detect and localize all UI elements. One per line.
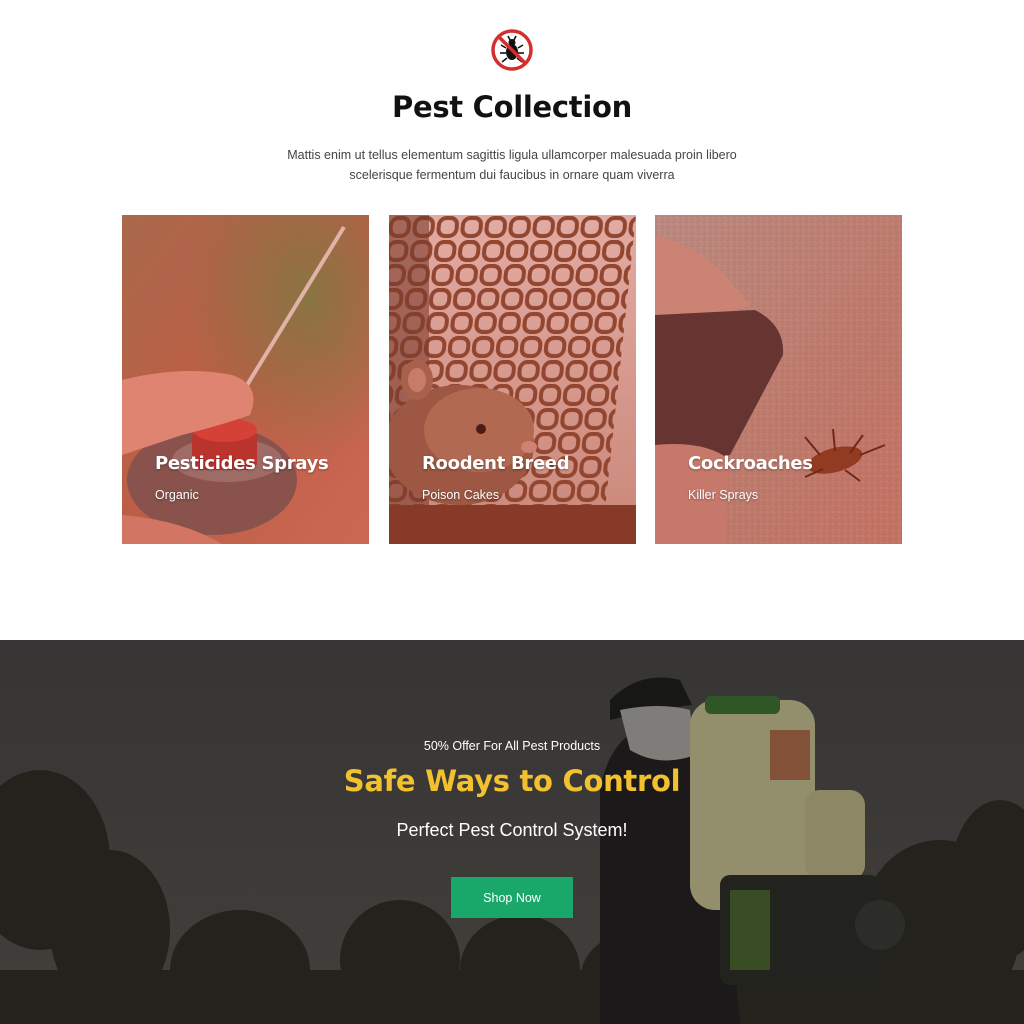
promo-tagline: Perfect Pest Control System!: [396, 820, 628, 840]
product-card-roodent-breed[interactable]: Roodent Breed Poison Cakes: [389, 215, 636, 544]
product-card-pesticides-sprays[interactable]: Pesticides Sprays Organic: [122, 215, 369, 544]
shop-now-button[interactable]: Shop Now: [451, 877, 573, 918]
offer-text: 50% Offer For All Pest Products: [423, 739, 601, 753]
section-description: Mattis enim ut tellus elementum sagittis…: [287, 148, 737, 182]
no-bugs-icon: [490, 28, 534, 72]
section-title: Pest Collection: [392, 90, 632, 124]
card-title: Cockroaches: [688, 453, 813, 474]
pest-collection-section: Pest Collection Mattis enim ut tellus el…: [0, 0, 1024, 640]
card-title: Pesticides Sprays: [155, 453, 329, 474]
card-subtitle: Killer Sprays: [688, 488, 759, 502]
promo-banner: 50% Offer For All Pest Products Safe Way…: [0, 640, 1024, 1024]
card-subtitle: Poison Cakes: [422, 488, 500, 502]
card-title: Roodent Breed: [422, 453, 570, 474]
promo-headline: Safe Ways to Control: [343, 764, 681, 798]
card-subtitle: Organic: [155, 488, 199, 502]
product-card-cockroaches[interactable]: Cockroaches Killer Sprays: [655, 215, 902, 544]
